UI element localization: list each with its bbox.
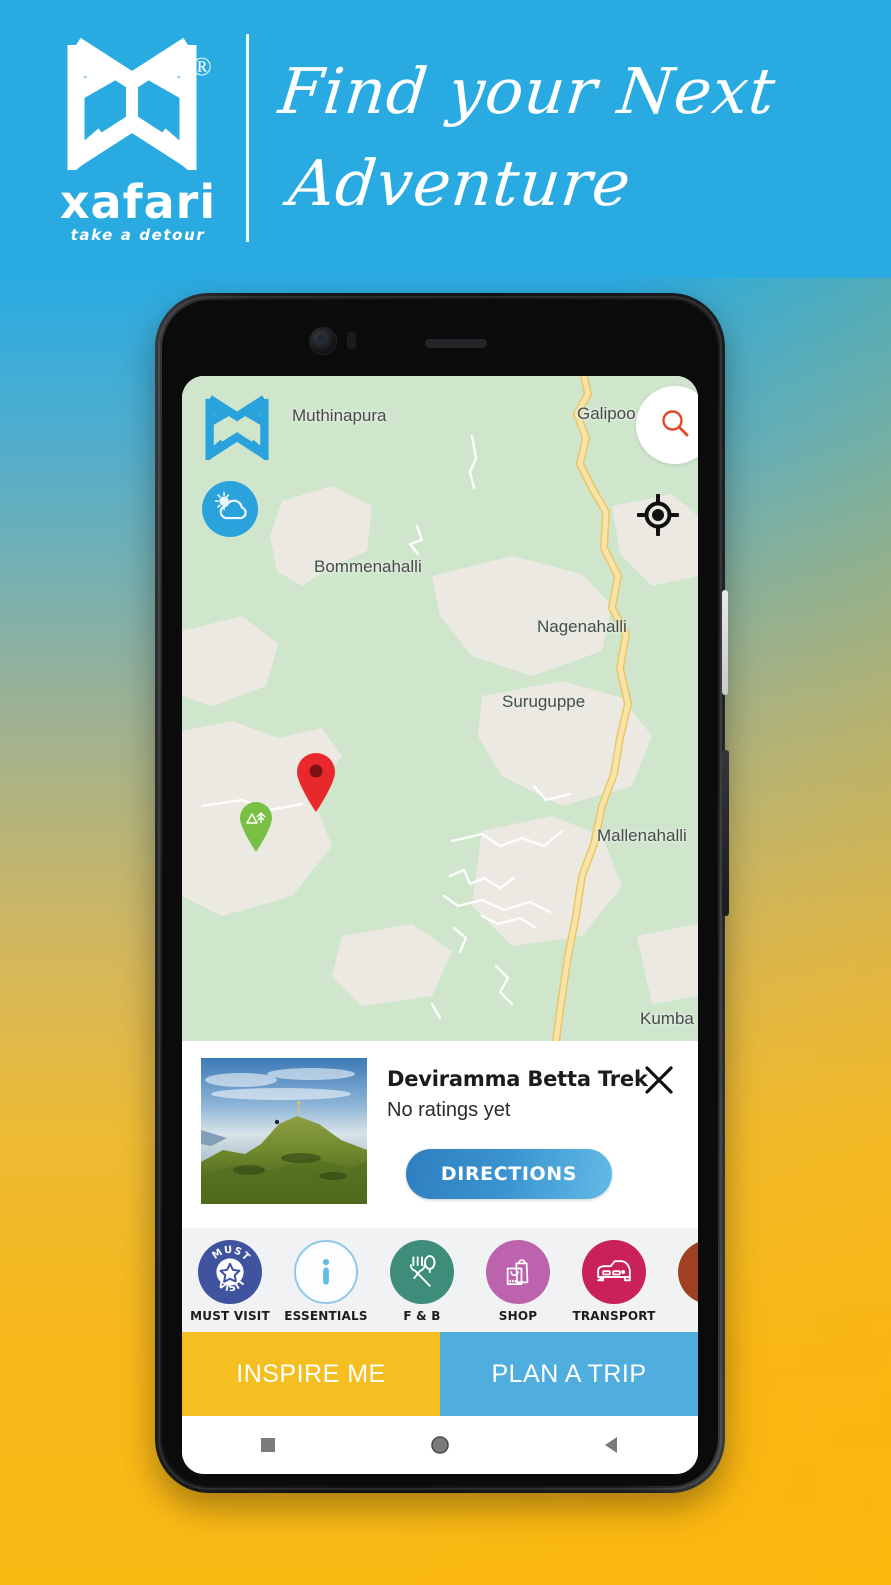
must-visit-badge-icon: MUST VISIT bbox=[198, 1240, 262, 1304]
place-rating-text: No ratings yet bbox=[387, 1099, 511, 1121]
plan-a-trip-button[interactable]: PLAN A TRIP bbox=[440, 1332, 698, 1416]
triangle-back-icon[interactable] bbox=[601, 1434, 623, 1456]
partly-cloudy-icon bbox=[211, 490, 249, 529]
power-button[interactable] bbox=[722, 750, 729, 916]
inspire-me-button[interactable]: INSPIRE ME bbox=[182, 1332, 440, 1416]
map-label: Kumba bbox=[640, 1009, 694, 1028]
my-location-icon[interactable] bbox=[636, 493, 680, 537]
bottom-action-bar: INSPIRE ME PLAN A TRIP bbox=[182, 1332, 698, 1416]
xafari-logo-icon bbox=[66, 35, 198, 178]
category-label: F bbox=[662, 1309, 698, 1323]
front-camera-icon bbox=[310, 328, 336, 354]
category-essentials[interactable]: ESSENTIALS bbox=[278, 1240, 374, 1323]
category-shop[interactable]: SHOP bbox=[470, 1240, 566, 1323]
brand-tagline: take a detour bbox=[70, 226, 206, 244]
close-icon[interactable] bbox=[642, 1063, 676, 1097]
proximity-sensor-icon bbox=[347, 332, 356, 349]
weather-button[interactable] bbox=[202, 481, 258, 537]
map-terrain bbox=[182, 376, 698, 1041]
map-view[interactable]: Muthinapura Galipoo Bommenahalli Nagenah… bbox=[182, 376, 698, 1041]
map-label: Nagenahalli bbox=[537, 617, 627, 636]
category-label: F & B bbox=[403, 1309, 441, 1323]
brand-name: xafari bbox=[59, 175, 217, 229]
category-strip[interactable]: MUST VISIT MUST VISIT ESSENTIALS F & B S… bbox=[182, 1228, 698, 1332]
xafari-logo-icon[interactable] bbox=[204, 394, 270, 464]
category-label: SHOP bbox=[498, 1309, 538, 1323]
info-icon bbox=[294, 1240, 358, 1304]
category-must-visit[interactable]: MUST VISIT MUST VISIT bbox=[182, 1240, 278, 1323]
android-navigation-bar bbox=[182, 1416, 698, 1474]
phone-mockup: Muthinapura Galipoo Bommenahalli Nagenah… bbox=[155, 293, 729, 1493]
map-label: Muthinapura bbox=[292, 406, 387, 425]
promo-header: ® xafari take a detour Find your Next Ad… bbox=[0, 0, 891, 278]
brand-logo-block: ® xafari take a detour bbox=[58, 30, 218, 245]
square-recents-icon[interactable] bbox=[257, 1434, 279, 1456]
place-title: Deviramma Betta Trek bbox=[387, 1067, 648, 1091]
app-store-promo-screenshot: ® xafari take a detour Find your Next Ad… bbox=[0, 0, 891, 1585]
registered-trademark-icon: ® bbox=[192, 52, 212, 81]
slogan-line-2: Adventure bbox=[285, 147, 635, 220]
search-icon bbox=[659, 407, 691, 444]
circle-home-icon[interactable] bbox=[429, 1434, 451, 1456]
map-label: Suruguppe bbox=[502, 692, 586, 711]
slogan-line-1: Find your Next bbox=[275, 55, 780, 128]
map-label: Galipoo bbox=[577, 404, 636, 423]
hill-photo-thumbnail[interactable] bbox=[201, 1058, 367, 1204]
directions-button[interactable]: DIRECTIONS bbox=[406, 1149, 612, 1199]
category-fb[interactable]: F & B bbox=[374, 1240, 470, 1323]
category-label: ESSENTIALS bbox=[284, 1309, 368, 1323]
promo-slogan: Find your Next Adventure bbox=[275, 46, 779, 246]
phone-body: Muthinapura Galipoo Bommenahalli Nagenah… bbox=[162, 300, 718, 1486]
map-label: Bommenahalli bbox=[314, 557, 422, 576]
ice-cream-icon bbox=[678, 1240, 698, 1304]
car-icon bbox=[582, 1240, 646, 1304]
shopping-bag-icon bbox=[486, 1240, 550, 1304]
fork-spoon-icon bbox=[390, 1240, 454, 1304]
category-label: TRANSPORT bbox=[572, 1309, 656, 1323]
category-label: MUST VISIT bbox=[190, 1309, 270, 1323]
category-transport[interactable]: TRANSPORT bbox=[566, 1240, 662, 1323]
category-food-partial[interactable]: F bbox=[662, 1240, 698, 1323]
map-label: Mallenahalli bbox=[597, 826, 687, 845]
place-info-card: Deviramma Betta Trek No ratings yet DIRE… bbox=[182, 1041, 698, 1228]
earpiece-speaker-icon bbox=[425, 339, 487, 348]
volume-button[interactable] bbox=[722, 590, 728, 695]
map-pin-green-trek-icon[interactable] bbox=[237, 801, 275, 853]
map-pin-red-icon[interactable] bbox=[293, 751, 339, 813]
phone-screen: Muthinapura Galipoo Bommenahalli Nagenah… bbox=[182, 376, 698, 1474]
header-divider bbox=[246, 34, 249, 242]
